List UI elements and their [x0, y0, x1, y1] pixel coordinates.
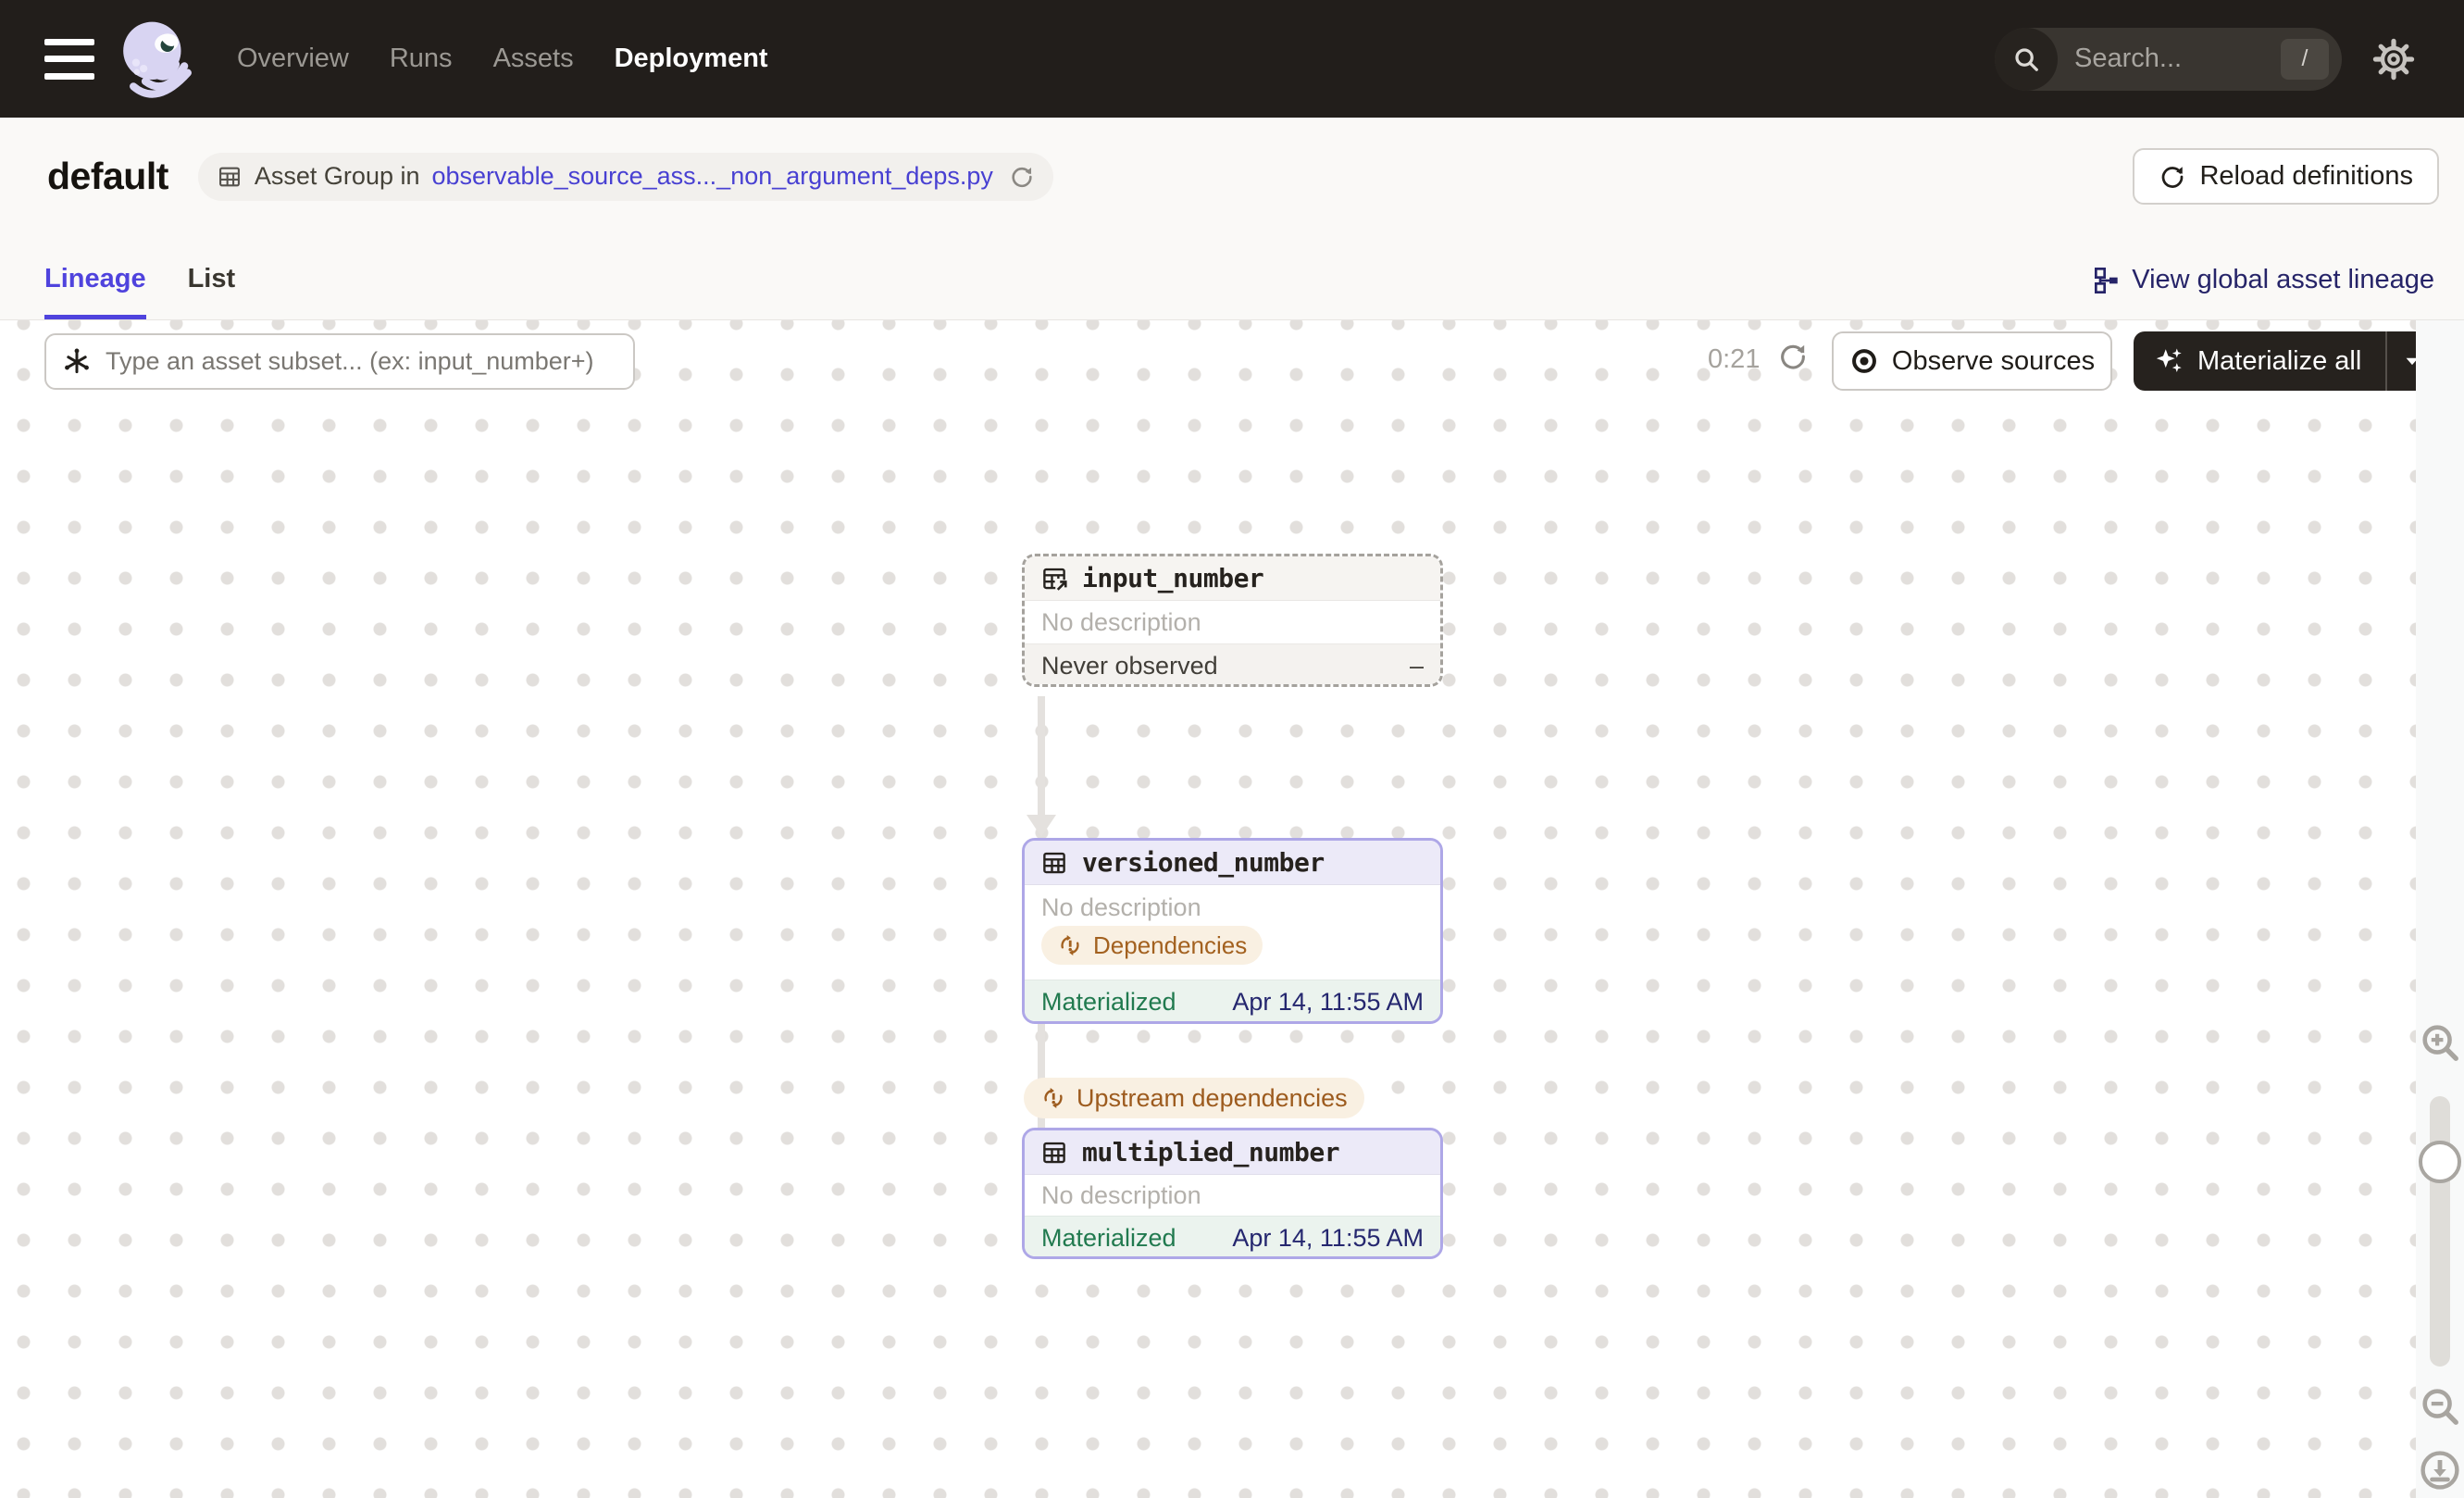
asset-status-row: Materialized Apr 14, 11:55 AM	[1025, 1216, 1440, 1256]
asset-node-versioned-number[interactable]: versioned_number No description Dependen…	[1022, 838, 1443, 1024]
graph-refresh-icon[interactable]	[1777, 341, 1809, 377]
dependencies-badge[interactable]: Dependencies	[1041, 926, 1263, 965]
observe-sources-label: Observe sources	[1891, 345, 2096, 376]
breadcrumb: Asset Group in observable_source_ass..._…	[197, 152, 1053, 201]
page-header: default Asset Group in observable_source…	[0, 118, 2464, 320]
reload-definitions-label: Reload definitions	[2199, 161, 2413, 191]
asset-status-value: –	[1409, 652, 1424, 680]
primary-nav: Overview Runs Assets Deployment	[237, 44, 768, 74]
asset-status-label: Materialized	[1041, 1224, 1176, 1252]
gear-icon[interactable]	[2370, 35, 2418, 83]
search-icon	[1995, 27, 2058, 91]
table-icon	[218, 167, 240, 186]
table-asset-icon	[1043, 852, 1065, 873]
zoom-slider-track[interactable]	[2430, 1096, 2450, 1367]
asset-node-input-number[interactable]: input_number No description Never observ…	[1022, 554, 1443, 687]
observe-sources-button[interactable]: Observe sources	[1832, 331, 2112, 391]
asset-name: multiplied_number	[1082, 1137, 1340, 1167]
sync-problem-icon	[1044, 1088, 1063, 1108]
asset-graph-canvas[interactable]: 0:21 Observe sources Materialize all	[0, 320, 2464, 1498]
breadcrumb-file-link[interactable]: observable_source_ass..._non_argument_de…	[432, 162, 993, 191]
materialize-all-label: Materialize all	[2197, 345, 2362, 376]
asset-subset-filter	[44, 333, 635, 390]
refresh-icon	[2162, 166, 2184, 188]
zoom-out-icon[interactable]	[2419, 1385, 2461, 1428]
asset-status-value[interactable]: Apr 14, 11:55 AM	[1232, 988, 1424, 1017]
page-title: default	[47, 155, 168, 197]
asset-subset-input[interactable]	[44, 333, 635, 390]
graph-controls-column	[2416, 320, 2464, 1498]
zoom-slider-knob[interactable]	[2419, 1141, 2461, 1183]
refresh-countdown: 0:21	[1708, 344, 1761, 374]
observable-source-asset-icon	[1043, 568, 1068, 593]
breadcrumb-prefix: Asset Group in	[254, 162, 420, 190]
nav-item-deployment[interactable]: Deployment	[615, 44, 768, 74]
zoom-in-icon[interactable]	[2419, 1021, 2461, 1064]
asset-node-header: versioned_number	[1025, 841, 1440, 885]
asset-description: No description	[1041, 607, 1201, 636]
upstream-dependencies-label: Upstream dependencies	[1076, 1083, 1348, 1112]
search-input[interactable]: Search... /	[1995, 27, 2342, 91]
edge-input-to-versioned	[1038, 696, 1045, 817]
observe-eye-icon	[1851, 349, 1876, 373]
asset-status-label: Never observed	[1041, 652, 1218, 680]
lineage-graph-icon	[2095, 267, 2118, 293]
asset-name: versioned_number	[1082, 847, 1325, 878]
sync-problem-icon	[1061, 935, 1079, 955]
dagster-logo[interactable]	[115, 19, 196, 100]
tab-list[interactable]: List	[188, 264, 236, 319]
asset-node-header: input_number	[1025, 556, 1440, 601]
edge-arrowhead	[1027, 815, 1056, 837]
view-global-asset-lineage-link[interactable]: View global asset lineage	[2091, 265, 2434, 319]
asset-badge-row: Dependencies	[1025, 924, 1440, 980]
asset-node-multiplied-number[interactable]: multiplied_number No description Materia…	[1022, 1128, 1443, 1259]
asset-description: No description	[1041, 1180, 1201, 1209]
asset-status-row: Materialized Apr 14, 11:55 AM	[1025, 980, 1440, 1021]
dependencies-badge-label: Dependencies	[1093, 930, 1248, 959]
sparkles-icon	[2156, 348, 2182, 373]
table-asset-icon	[1043, 1142, 1065, 1163]
asset-status-value[interactable]: Apr 14, 11:55 AM	[1232, 1224, 1424, 1253]
download-image-icon[interactable]	[2418, 1448, 2462, 1492]
search-placeholder: Search...	[2074, 44, 2183, 73]
asset-description: No description	[1041, 893, 1201, 921]
nav-item-overview[interactable]: Overview	[237, 44, 349, 74]
reload-definitions-button[interactable]: Reload definitions	[2133, 148, 2439, 205]
breadcrumb-refresh-icon[interactable]	[1009, 164, 1035, 190]
materialize-all-split-button: Materialize all	[2134, 331, 2437, 391]
menu-icon[interactable]	[44, 38, 94, 80]
top-nav: Overview Runs Assets Deployment Search..…	[0, 0, 2464, 118]
asset-node-header: multiplied_number	[1025, 1130, 1440, 1175]
asset-name: input_number	[1082, 563, 1264, 593]
view-global-asset-lineage-label: View global asset lineage	[2132, 265, 2434, 294]
search-shortcut-key: /	[2281, 38, 2329, 80]
materialize-all-button[interactable]: Materialize all	[2134, 331, 2385, 391]
asset-status-row: Never observed –	[1025, 643, 1440, 684]
nav-item-runs[interactable]: Runs	[390, 44, 453, 74]
asset-status-label: Materialized	[1041, 988, 1176, 1016]
nav-item-assets[interactable]: Assets	[493, 44, 574, 74]
tab-lineage[interactable]: Lineage	[44, 264, 146, 319]
upstream-dependencies-badge[interactable]: Upstream dependencies	[1024, 1078, 1364, 1118]
